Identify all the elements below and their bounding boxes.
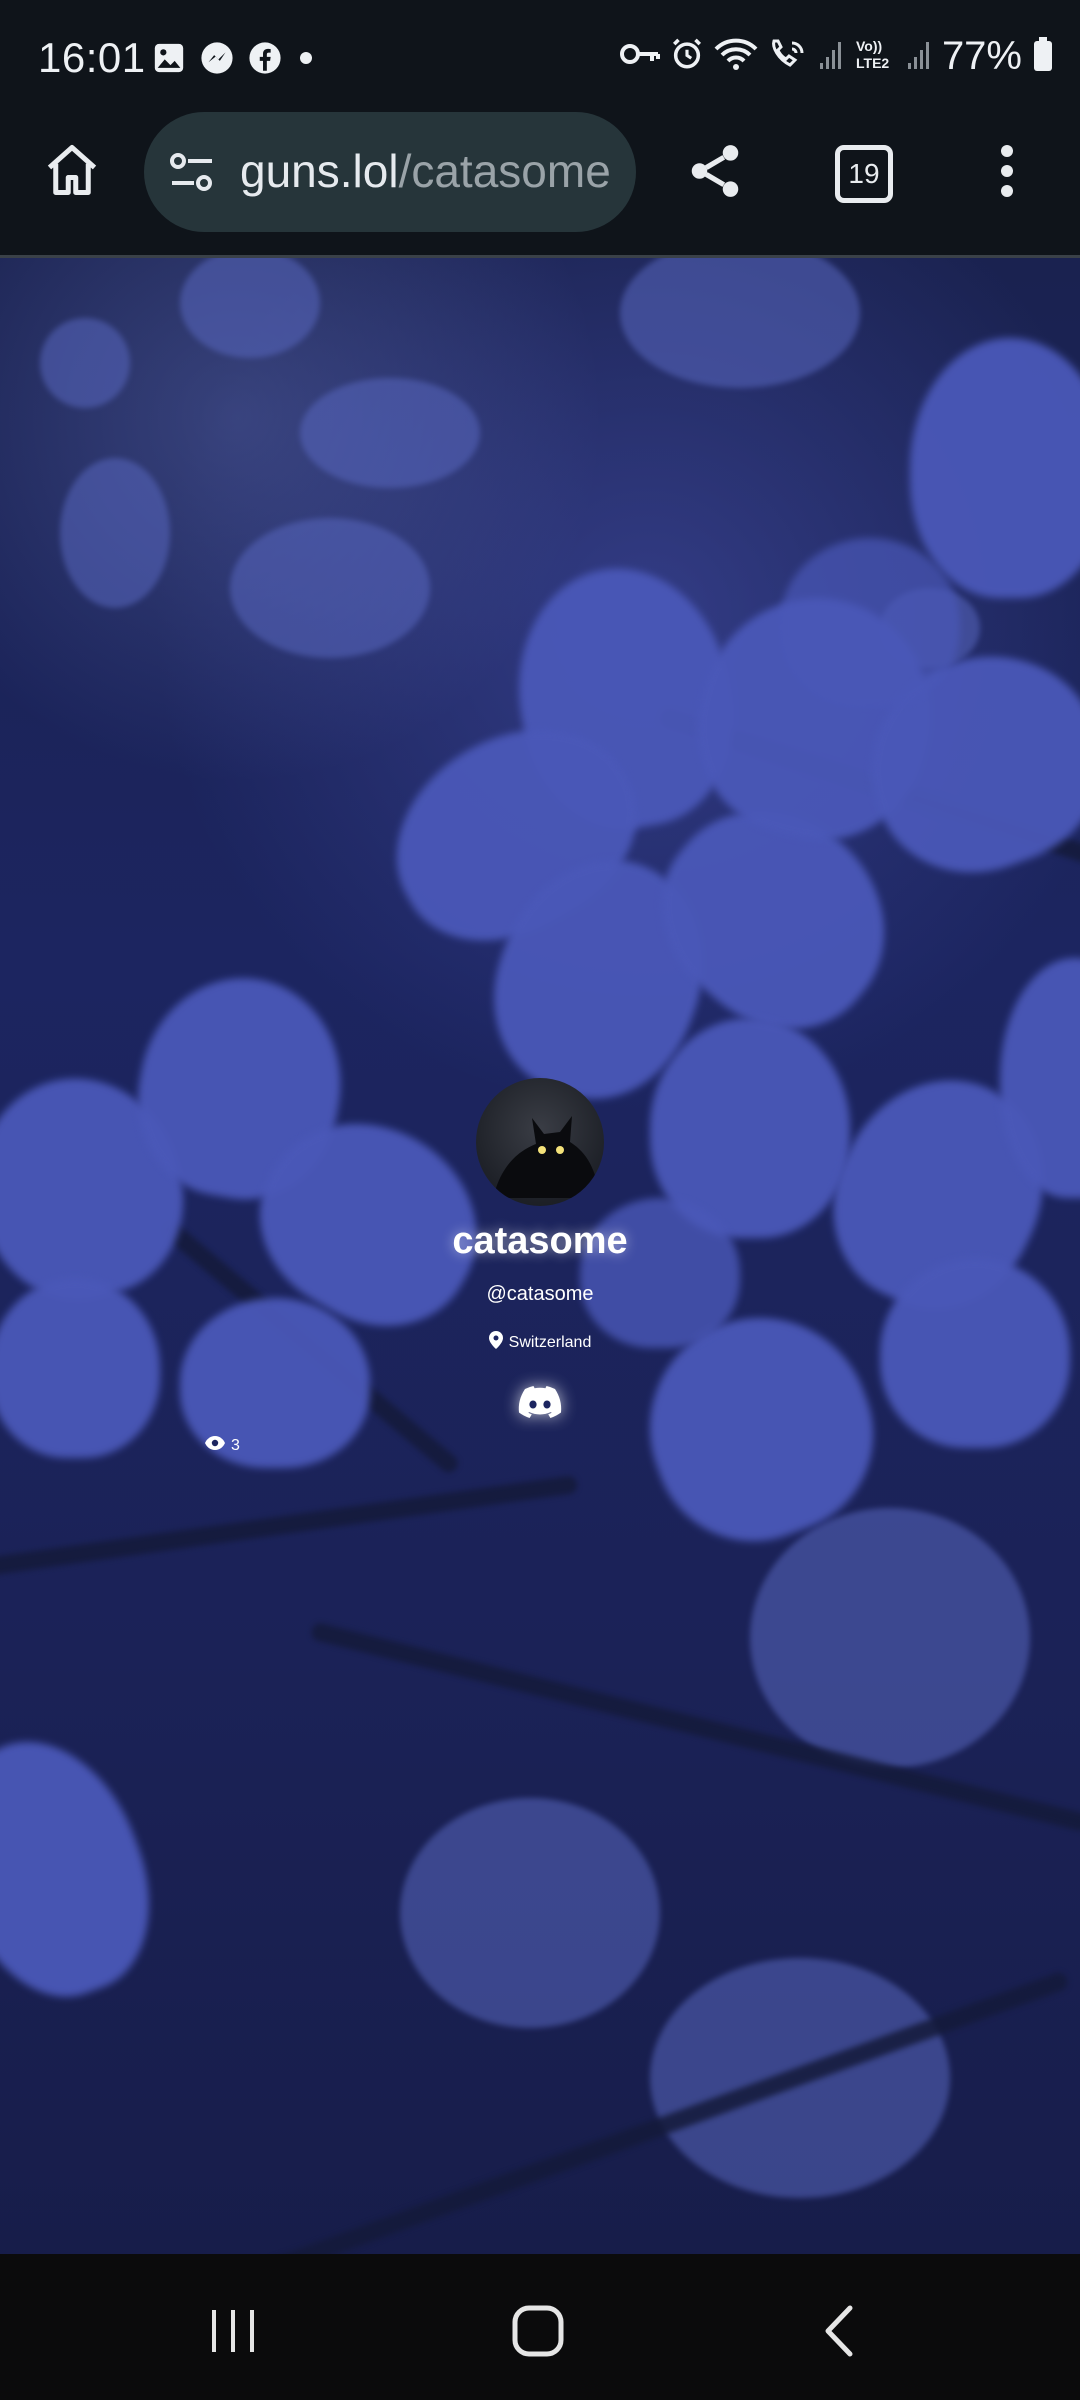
facebook-icon [248, 41, 282, 80]
tabs-button[interactable]: 19 [833, 143, 895, 205]
url-domain: guns.lol [240, 145, 399, 197]
home-icon [42, 140, 102, 205]
messenger-icon [200, 41, 234, 80]
view-counter: 3 [205, 1436, 240, 1455]
signal-icon [906, 37, 932, 76]
status-time: 16:01 [38, 34, 146, 81]
url-text[interactable]: guns.lol/catasome [240, 144, 611, 198]
address-bar[interactable]: guns.lol/catasome [144, 112, 636, 232]
signal-icon [818, 37, 844, 76]
system-icons: Vo)) LTE2 77% [619, 34, 1054, 79]
home-button[interactable] [40, 140, 104, 204]
back-icon [825, 2305, 853, 2357]
cat-silhouette-icon [496, 1116, 600, 1198]
svg-text:Vo)): Vo)) [856, 38, 882, 54]
notification-icons [152, 41, 316, 80]
url-path: /catasome [398, 145, 611, 197]
share-icon [684, 140, 746, 207]
dot-icon [296, 48, 316, 73]
wifi-calling-icon [768, 37, 808, 76]
display-name: catasome [452, 1220, 628, 1262]
profile-card: catasome @catasome Switzerland 3 [0, 258, 1080, 2254]
svg-text:LTE2: LTE2 [856, 55, 889, 71]
menu-button[interactable] [990, 142, 1024, 204]
recent-apps-icon [212, 2310, 254, 2352]
status-bar: 16:01 Vo)) LTE2 77% [0, 0, 1080, 115]
eye-icon [205, 1436, 225, 1455]
battery-icon [1032, 36, 1054, 77]
profile-page: catasome @catasome Switzerland 3 [0, 258, 1080, 2254]
recent-apps-button[interactable] [208, 2306, 258, 2361]
view-count: 3 [231, 1436, 240, 1454]
location-pin-icon [488, 1331, 503, 1354]
location: Switzerland [0, 1331, 1080, 1354]
username-handle: @catasome [486, 1283, 594, 1305]
share-button[interactable] [680, 138, 750, 208]
wifi-icon [714, 37, 758, 76]
volte-icon: Vo)) LTE2 [854, 36, 896, 77]
alarm-icon [670, 37, 704, 76]
gallery-icon [152, 41, 186, 80]
tab-count: 19 [835, 145, 893, 203]
site-settings-icon[interactable] [168, 150, 216, 199]
discord-link[interactable] [518, 1386, 562, 1420]
vpn-key-icon [619, 39, 660, 74]
discord-icon [518, 1386, 562, 1418]
more-vert-icon [998, 143, 1016, 204]
home-nav-icon [512, 2305, 564, 2357]
battery-percent: 77% [941, 34, 1022, 78]
location-text: Switzerland [508, 1333, 592, 1351]
home-nav-button[interactable] [512, 2305, 564, 2362]
back-button[interactable] [820, 2304, 860, 2363]
system-nav-bar [0, 2254, 1080, 2400]
avatar[interactable] [476, 1078, 604, 1206]
